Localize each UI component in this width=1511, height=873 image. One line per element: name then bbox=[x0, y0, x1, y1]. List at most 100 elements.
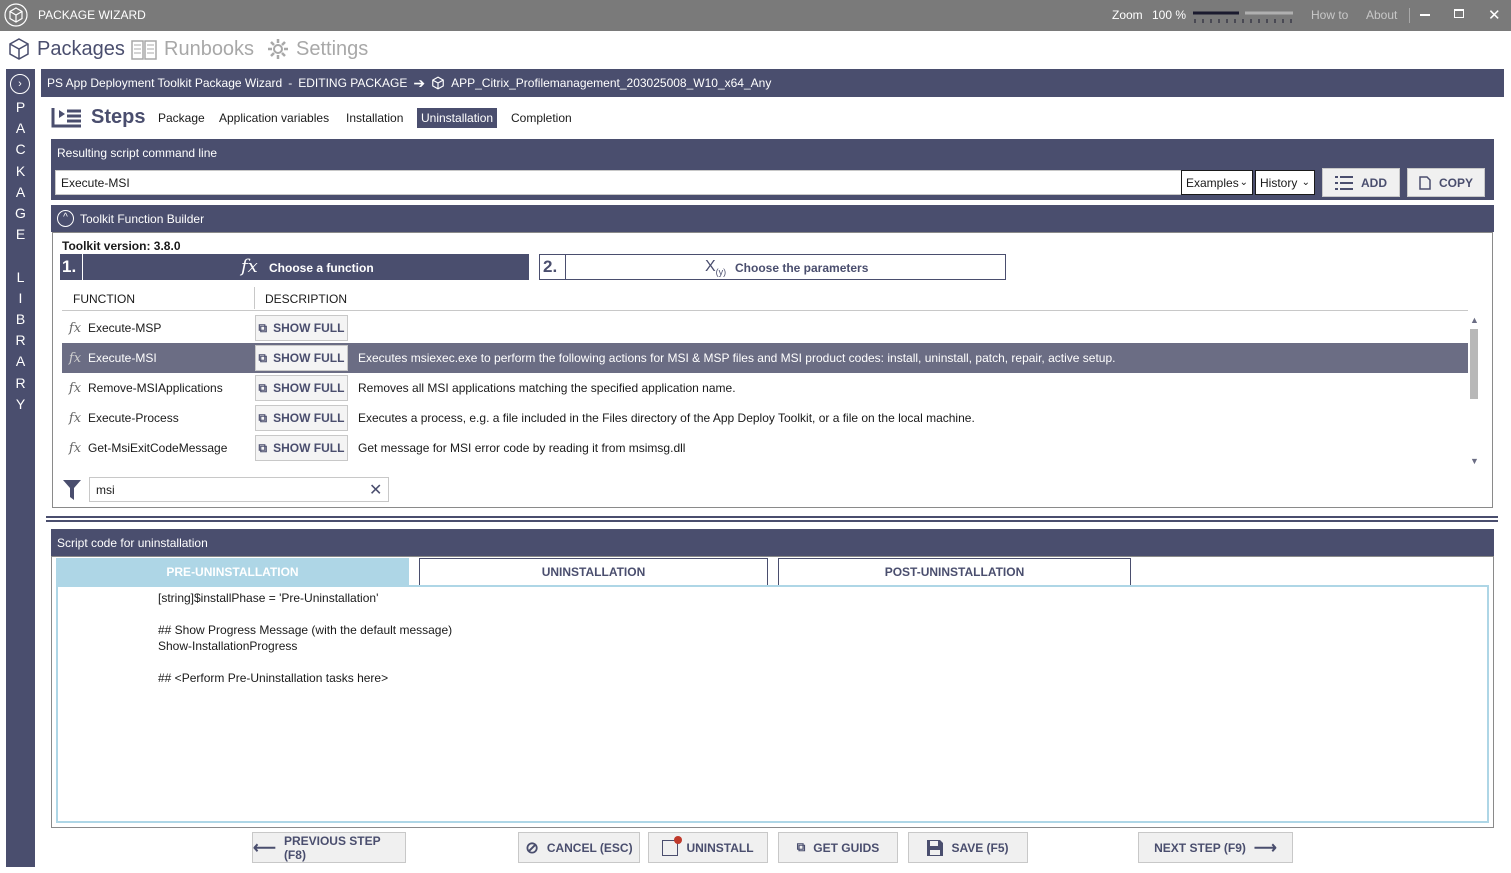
step2-label: Choose the parameters bbox=[735, 261, 869, 275]
show-full-button[interactable]: ⧉ SHOW FULL bbox=[255, 375, 348, 401]
chevron-down-icon: ⌄ bbox=[1239, 177, 1248, 188]
add-button[interactable]: ADD bbox=[1322, 168, 1400, 197]
function-list-scrollbar[interactable]: ▲ ▼ bbox=[1468, 313, 1482, 470]
function-row-selected[interactable]: fx Execute-MSI ⧉ SHOW FULL Executes msiex… bbox=[62, 343, 1468, 373]
sidebar-letter: R bbox=[15, 374, 26, 391]
wizard-header: PS App Deployment Toolkit Package Wizard… bbox=[41, 69, 1504, 97]
previous-step-button[interactable]: ⟵ PREVIOUS STEP (F8) bbox=[252, 832, 406, 863]
step2-number: 2. bbox=[543, 257, 558, 276]
function-fx-icon: fx bbox=[68, 350, 82, 366]
show-full-button[interactable]: ⧉ SHOW FULL bbox=[255, 345, 348, 371]
script-section-title: Script code for uninstallation bbox=[57, 535, 208, 550]
filter-value: msi bbox=[96, 483, 115, 497]
panel-splitter[interactable] bbox=[46, 516, 1498, 522]
command-line-input[interactable]: Execute-MSI bbox=[55, 170, 1183, 195]
function-description: Executes msiexec.exe to perform the foll… bbox=[358, 351, 1116, 365]
cancel-button[interactable]: ⊘ CANCEL (ESC) bbox=[518, 832, 640, 863]
previous-label: PREVIOUS STEP (F8) bbox=[283, 833, 381, 862]
step1-number: 1. bbox=[62, 257, 77, 276]
tab-package[interactable]: Package bbox=[154, 108, 209, 128]
history-dropdown[interactable]: History ⌄ bbox=[1255, 170, 1315, 195]
function-row[interactable]: fx Execute-MSP ⧉ SHOW FULL bbox=[62, 313, 1468, 343]
cancel-icon: ⊘ bbox=[525, 839, 539, 857]
tab-application-variables[interactable]: Application variables bbox=[215, 108, 333, 128]
about-link[interactable]: About bbox=[1366, 8, 1397, 22]
tab-post-uninstallation[interactable]: POST-UNINSTALLATION bbox=[778, 558, 1131, 585]
step2-choose-parameters[interactable]: 2. X(y) Choose the parameters bbox=[539, 254, 1006, 280]
parameters-x-icon: X(y) bbox=[705, 258, 727, 278]
sidebar-letter: K bbox=[15, 162, 26, 179]
tab-uninstallation[interactable]: Uninstallation bbox=[417, 108, 498, 128]
tab-uninstallation-code[interactable]: UNINSTALLATION bbox=[419, 558, 768, 585]
filter-icon bbox=[63, 480, 81, 503]
nav-settings-label: Settings bbox=[296, 37, 369, 60]
function-grid-header: FUNCTION DESCRIPTION bbox=[62, 285, 1468, 311]
minimize-icon[interactable] bbox=[1420, 14, 1430, 16]
function-fx-icon: fx bbox=[68, 410, 82, 426]
function-row[interactable]: fx Remove-MSIApplications ⧉ SHOW FULL Rem… bbox=[62, 373, 1468, 403]
next-step-button[interactable]: NEXT STEP (F9) ⟶ bbox=[1138, 832, 1293, 863]
command-section-title: Resulting script command line bbox=[57, 145, 218, 160]
close-icon[interactable]: ✕ bbox=[1488, 6, 1501, 24]
examples-label: Examples bbox=[1186, 175, 1239, 190]
collapse-icon[interactable]: ^ bbox=[57, 210, 74, 227]
col-function-header[interactable]: FUNCTION bbox=[73, 292, 135, 306]
copy-icon bbox=[1419, 175, 1431, 190]
step1-choose-function[interactable]: 1. fx Choose a function bbox=[60, 254, 529, 280]
save-icon bbox=[927, 839, 944, 856]
toolkit-version-value: 3.8.0 bbox=[153, 239, 181, 253]
wizard-title: PS App Deployment Toolkit Package Wizard bbox=[47, 76, 283, 90]
zoom-slider[interactable] bbox=[1193, 10, 1293, 24]
chevron-down-icon: ⌄ bbox=[1301, 177, 1310, 188]
steps-tabs: Steps Package Application variables Inst… bbox=[41, 97, 1504, 137]
scroll-up-icon[interactable]: ▲ bbox=[1470, 315, 1479, 325]
scroll-down-icon[interactable]: ▼ bbox=[1470, 456, 1479, 466]
scroll-thumb[interactable] bbox=[1470, 329, 1478, 399]
external-link-icon: ⧉ bbox=[258, 380, 268, 395]
window-titlebar: PACKAGE WIZARD Zoom 100 % How to About ✕ bbox=[0, 0, 1511, 31]
col-description-header[interactable]: DESCRIPTION bbox=[265, 292, 347, 306]
function-filter-input[interactable]: msi bbox=[89, 477, 389, 502]
copy-button[interactable]: COPY bbox=[1407, 168, 1485, 197]
function-fx-icon: fx bbox=[241, 256, 258, 277]
nav-packages-label: Packages bbox=[37, 37, 125, 60]
show-full-button[interactable]: ⧉ SHOW FULL bbox=[255, 405, 348, 431]
steps-title: Steps bbox=[91, 106, 146, 128]
expand-arrow-icon[interactable]: › bbox=[10, 74, 30, 94]
steps-list-icon bbox=[51, 106, 83, 131]
app-logo-icon bbox=[4, 3, 28, 30]
how-to-link[interactable]: How to bbox=[1311, 8, 1348, 22]
show-full-button[interactable]: ⧉ SHOW FULL bbox=[255, 315, 348, 341]
app-title: PACKAGE WIZARD bbox=[38, 8, 146, 22]
package-library-sidebar[interactable]: › PACKAGELIBRARY bbox=[6, 69, 35, 867]
script-section-header: Script code for uninstallation bbox=[51, 529, 1494, 556]
uninstall-button[interactable]: UNINSTALL bbox=[648, 832, 768, 863]
script-code-editor[interactable]: [string]$installPhase = 'Pre-Uninstallat… bbox=[56, 585, 1489, 823]
code-line: [string]$installPhase = 'Pre-Uninstallat… bbox=[158, 591, 379, 605]
step2-divider bbox=[565, 255, 566, 279]
tab-installation[interactable]: Installation bbox=[342, 108, 407, 128]
function-description: Removes all MSI applications matching th… bbox=[358, 381, 736, 395]
step1-divider bbox=[82, 254, 83, 280]
nav-runbooks[interactable]: Runbooks bbox=[130, 37, 254, 61]
tab-pre-uninstallation[interactable]: PRE-UNINSTALLATION bbox=[56, 558, 409, 585]
tab-completion[interactable]: Completion bbox=[507, 108, 576, 128]
show-full-button[interactable]: ⧉ SHOW FULL bbox=[255, 435, 348, 461]
external-link-icon: ⧉ bbox=[258, 440, 268, 455]
sidebar-letter: P bbox=[15, 99, 26, 115]
sidebar-letter: A bbox=[15, 120, 26, 137]
function-row[interactable]: fx Get-MsiExitCodeMessage ⧉ SHOW FULL Get… bbox=[62, 433, 1468, 463]
function-fx-icon: fx bbox=[68, 320, 82, 336]
function-row[interactable]: fx Execute-Process ⧉ SHOW FULL Executes a… bbox=[62, 403, 1468, 433]
clear-filter-icon[interactable]: ✕ bbox=[369, 480, 382, 500]
step1-label: Choose a function bbox=[269, 261, 374, 275]
next-label: NEXT STEP (F9) bbox=[1154, 840, 1246, 855]
nav-settings[interactable]: Settings bbox=[266, 37, 368, 61]
builder-header[interactable]: ^ Toolkit Function Builder bbox=[51, 205, 1494, 232]
maximize-icon[interactable] bbox=[1454, 9, 1464, 18]
nav-packages[interactable]: Packages bbox=[7, 37, 125, 61]
get-guids-button[interactable]: ⧉ GET GUIDS bbox=[778, 832, 898, 863]
code-line: Show-InstallationProgress bbox=[158, 639, 298, 653]
examples-dropdown[interactable]: Examples ⌄ bbox=[1181, 170, 1253, 195]
save-button[interactable]: SAVE (F5) bbox=[908, 832, 1028, 863]
